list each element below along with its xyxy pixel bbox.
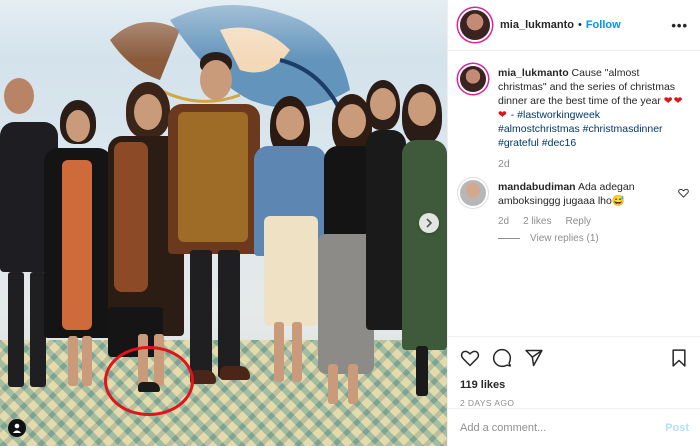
caption-text: mia_lukmanto Cause "almost christmas" an… [498, 66, 688, 150]
next-photo-button[interactable] [419, 213, 439, 233]
replies-divider [498, 238, 520, 239]
comment-meta: 2d 2 likes Reply [498, 216, 689, 227]
comment-age: 2d [498, 216, 510, 227]
hashtag-line-2[interactable]: #almostchristmas #christmasdinner [498, 123, 663, 135]
heart-icon[interactable] [460, 348, 480, 368]
hashtag-line-3[interactable]: #grateful #dec16 [498, 137, 576, 149]
wall-light [0, 0, 447, 60]
follow-button[interactable]: Follow [586, 19, 621, 31]
post-actions: 119 likes 2 DAYS AGO [448, 336, 700, 408]
comment-item: mandabudiman Ada adegan amboksinggg juga… [460, 180, 689, 208]
share-icon[interactable] [524, 348, 544, 368]
comment-text: mandabudiman Ada adegan amboksinggg juga… [498, 180, 670, 208]
commenter-avatar[interactable] [460, 180, 486, 206]
caption-avatar[interactable] [460, 66, 486, 92]
post-photo[interactable] [0, 0, 447, 446]
highlight-circle [104, 346, 194, 416]
comment-username[interactable]: mandabudiman [498, 181, 576, 193]
view-replies[interactable]: View replies (1) [498, 233, 689, 244]
more-options-icon[interactable]: ••• [671, 18, 688, 33]
comment-icon[interactable] [492, 348, 512, 368]
comment-likes[interactable]: 2 likes [523, 216, 551, 227]
person-4 [168, 52, 260, 392]
like-comment-heart-icon[interactable] [678, 188, 689, 198]
likes-count[interactable]: 119 likes [460, 379, 689, 391]
caption-age: 2d [498, 158, 510, 170]
comment-input[interactable] [460, 421, 666, 434]
add-comment-bar: Post [448, 408, 700, 446]
tagged-user-icon[interactable] [8, 419, 26, 437]
hashtag-line-1[interactable]: #lastworkingweek [517, 109, 600, 121]
post-timestamp[interactable]: 2 DAYS AGO [460, 398, 689, 408]
reply-button[interactable]: Reply [565, 216, 591, 227]
post-comment-button[interactable]: Post [665, 422, 689, 434]
post-header: mia_lukmanto • Follow ••• [448, 0, 700, 51]
caption-username[interactable]: mia_lukmanto [498, 67, 569, 79]
post-sidebar: mia_lukmanto • Follow ••• mia_lukmanto C… [447, 0, 700, 446]
header-username[interactable]: mia_lukmanto [500, 19, 574, 31]
person-2 [44, 100, 114, 400]
view-replies-label[interactable]: View replies (1) [530, 233, 599, 244]
comments-section: mia_lukmanto Cause "almost christmas" an… [448, 52, 700, 336]
separator-dot: • [577, 19, 582, 31]
person-7 [360, 80, 447, 420]
chevron-right-icon [426, 218, 433, 228]
caption-dash: - [507, 109, 518, 121]
avatar[interactable] [460, 10, 490, 40]
caption: mia_lukmanto Cause "almost christmas" an… [460, 66, 689, 150]
bookmark-icon[interactable] [669, 348, 689, 368]
